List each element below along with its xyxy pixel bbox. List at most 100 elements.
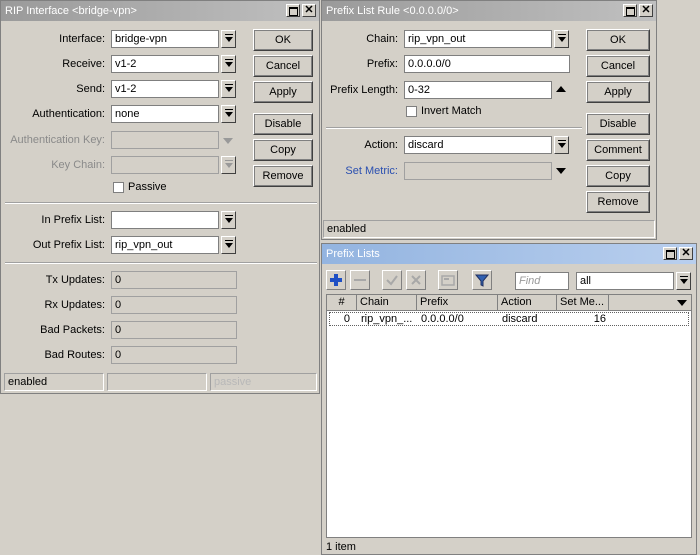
passive-checkbox[interactable] (113, 182, 124, 193)
key-chain-field (111, 156, 219, 174)
prefix-lists-table: # Chain Prefix Action Set Me... 0 rip_vp… (326, 294, 692, 538)
prefix-lists-titlebar[interactable]: Prefix Lists ✕ (322, 244, 696, 264)
interface-field[interactable]: bridge-vpn (111, 30, 219, 48)
receive-dropdown-icon[interactable] (221, 55, 236, 73)
copy-button[interactable]: Copy (253, 139, 313, 161)
chain-label: Chain: (366, 33, 398, 45)
receive-field[interactable]: v1-2 (111, 55, 219, 73)
maximize-icon[interactable] (663, 247, 677, 260)
out-prefix-list-dropdown-icon[interactable] (221, 236, 236, 254)
cancel-button[interactable]: Cancel (253, 55, 313, 77)
action-dropdown-icon[interactable] (554, 136, 569, 154)
remove-button[interactable]: Remove (586, 191, 650, 213)
enable-check-icon[interactable] (382, 270, 402, 290)
status-middle (107, 373, 207, 391)
maximize-icon[interactable] (623, 4, 637, 17)
find-input[interactable]: Find (515, 272, 569, 290)
tx-updates-value: 0 (111, 271, 237, 289)
disable-button[interactable]: Disable (253, 113, 313, 135)
status-passive: passive (210, 373, 317, 391)
remove-icon[interactable] (350, 270, 370, 290)
divider (5, 202, 317, 204)
columns-menu-icon[interactable] (677, 298, 687, 306)
prefix-list-rule-titlebar[interactable]: Prefix List Rule <0.0.0.0/0> ✕ (322, 1, 656, 21)
prefix-label: Prefix: (366, 58, 398, 70)
tx-updates-label: Tx Updates: (45, 274, 105, 286)
divider (5, 262, 317, 264)
set-metric-label: Set Metric: (345, 165, 398, 177)
out-prefix-list-label: Out Prefix List: (32, 239, 105, 251)
send-field[interactable]: v1-2 (111, 80, 219, 98)
close-icon[interactable]: ✕ (679, 247, 693, 260)
prefix-length-field[interactable]: 0-32 (404, 81, 552, 99)
copy-button[interactable]: Copy (586, 165, 650, 187)
send-label: Send: (76, 83, 105, 95)
in-prefix-list-label: In Prefix List: (41, 214, 105, 226)
apply-button[interactable]: Apply (253, 81, 313, 103)
key-chain-dropdown-icon (221, 156, 236, 174)
maximize-icon[interactable] (286, 4, 300, 17)
bad-packets-label: Bad Packets: (40, 324, 105, 336)
authentication-key-field (111, 131, 219, 149)
disable-x-icon[interactable] (406, 270, 426, 290)
filter-icon[interactable] (472, 270, 492, 290)
key-chain-label: Key Chain: (51, 159, 105, 171)
set-metric-expand-icon[interactable] (556, 166, 566, 174)
close-icon[interactable]: ✕ (639, 4, 653, 17)
apply-button[interactable]: Apply (586, 81, 650, 103)
bad-routes-label: Bad Routes: (44, 349, 105, 361)
interface-dropdown-icon[interactable] (221, 30, 236, 48)
passive-label: Passive (128, 181, 167, 193)
out-prefix-list-field[interactable]: rip_vpn_out (111, 236, 219, 254)
find-placeholder: Find (519, 275, 541, 287)
chain-field[interactable]: rip_vpn_out (404, 30, 552, 48)
rx-updates-value: 0 (111, 296, 237, 314)
prefix-length-collapse-icon[interactable] (556, 86, 566, 94)
send-dropdown-icon[interactable] (221, 80, 236, 98)
row-num: 0 (343, 313, 350, 325)
comment-button[interactable]: Comment (586, 139, 650, 161)
in-prefix-list-field[interactable] (111, 211, 219, 229)
add-icon[interactable] (326, 270, 346, 290)
rip-interface-window: RIP Interface <bridge-vpn> ✕ Interface: … (0, 0, 320, 394)
authentication-field[interactable]: none (111, 105, 219, 123)
authentication-dropdown-icon[interactable] (221, 105, 236, 123)
comment-note-icon[interactable] (438, 270, 458, 290)
column-header-num[interactable]: # (327, 295, 357, 311)
column-header-chain[interactable]: Chain (357, 295, 417, 311)
prefix-lists-window: Prefix Lists ✕ Find all # Chain Prefix A… (321, 243, 697, 555)
close-icon[interactable]: ✕ (302, 4, 316, 17)
prefix-list-rule-title: Prefix List Rule <0.0.0.0/0> (326, 5, 459, 17)
prefix-field[interactable]: 0.0.0.0/0 (404, 55, 570, 73)
bad-routes-value: 0 (111, 346, 237, 364)
remove-button[interactable]: Remove (253, 165, 313, 187)
ok-button[interactable]: OK (253, 29, 313, 51)
ok-button[interactable]: OK (586, 29, 650, 51)
invert-match-checkbox[interactable] (406, 106, 417, 117)
column-header-prefix[interactable]: Prefix (417, 295, 498, 311)
invert-match-label: Invert Match (421, 105, 482, 117)
column-header-set-metric[interactable]: Set Me... (557, 295, 609, 311)
bad-packets-value: 0 (111, 321, 237, 339)
filter-select[interactable]: all (576, 272, 674, 290)
column-header-action[interactable]: Action (498, 295, 557, 311)
authentication-key-arrow-icon (223, 136, 233, 144)
action-label: Action: (364, 139, 398, 151)
rip-interface-titlebar[interactable]: RIP Interface <bridge-vpn> ✕ (1, 1, 319, 21)
authentication-label: Authentication: (32, 108, 105, 120)
row-set-metric: 16 (593, 313, 606, 325)
authentication-key-label: Authentication Key: (10, 134, 105, 146)
set-metric-field[interactable] (404, 162, 552, 180)
status-item-count: 1 item (326, 541, 356, 553)
rx-updates-label: Rx Updates: (44, 299, 105, 311)
cancel-button[interactable]: Cancel (586, 55, 650, 77)
chain-dropdown-icon[interactable] (554, 30, 569, 48)
disable-button[interactable]: Disable (586, 113, 650, 135)
column-header-filler (609, 295, 691, 311)
filter-dropdown-icon[interactable] (676, 272, 691, 290)
table-row[interactable]: 0 rip_vpn_... 0.0.0.0/0 discard 16 (329, 312, 689, 326)
receive-label: Receive: (62, 58, 105, 70)
action-field[interactable]: discard (404, 136, 552, 154)
in-prefix-list-dropdown-icon[interactable] (221, 211, 236, 229)
prefix-length-label: Prefix Length: (330, 84, 398, 96)
